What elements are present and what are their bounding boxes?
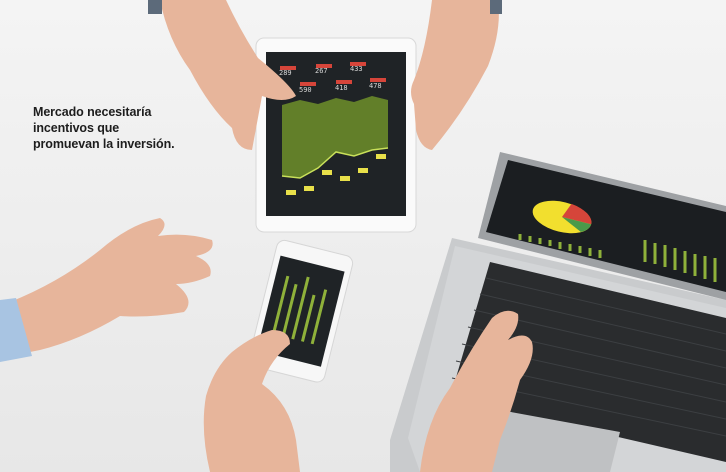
hands [10, 0, 533, 472]
caption-line-2: incentivos que [33, 121, 120, 135]
sleeve-top-right [490, 0, 502, 14]
tablet-label-1: 289 [279, 69, 292, 77]
photo-illustration [0, 0, 726, 472]
tablet-label-5: 418 [335, 84, 348, 92]
tablet-label-6: 478 [369, 82, 382, 90]
photo-scene: Mercado necesitaría incentivos que promu… [0, 0, 726, 472]
caption-text: Mercado necesitaría incentivos que promu… [33, 104, 203, 152]
sleeve-top-left [148, 0, 162, 14]
hand-top-right [411, 0, 499, 150]
caption-line-1: Mercado necesitaría [33, 105, 152, 119]
caption-line-3: promuevan la inversión. [33, 137, 175, 151]
hand-left [10, 218, 213, 356]
tablet-label-3: 433 [350, 65, 363, 73]
tablet-label-4: 590 [299, 86, 312, 94]
tablet-label-2: 267 [315, 67, 328, 75]
tablet [255, 37, 417, 233]
